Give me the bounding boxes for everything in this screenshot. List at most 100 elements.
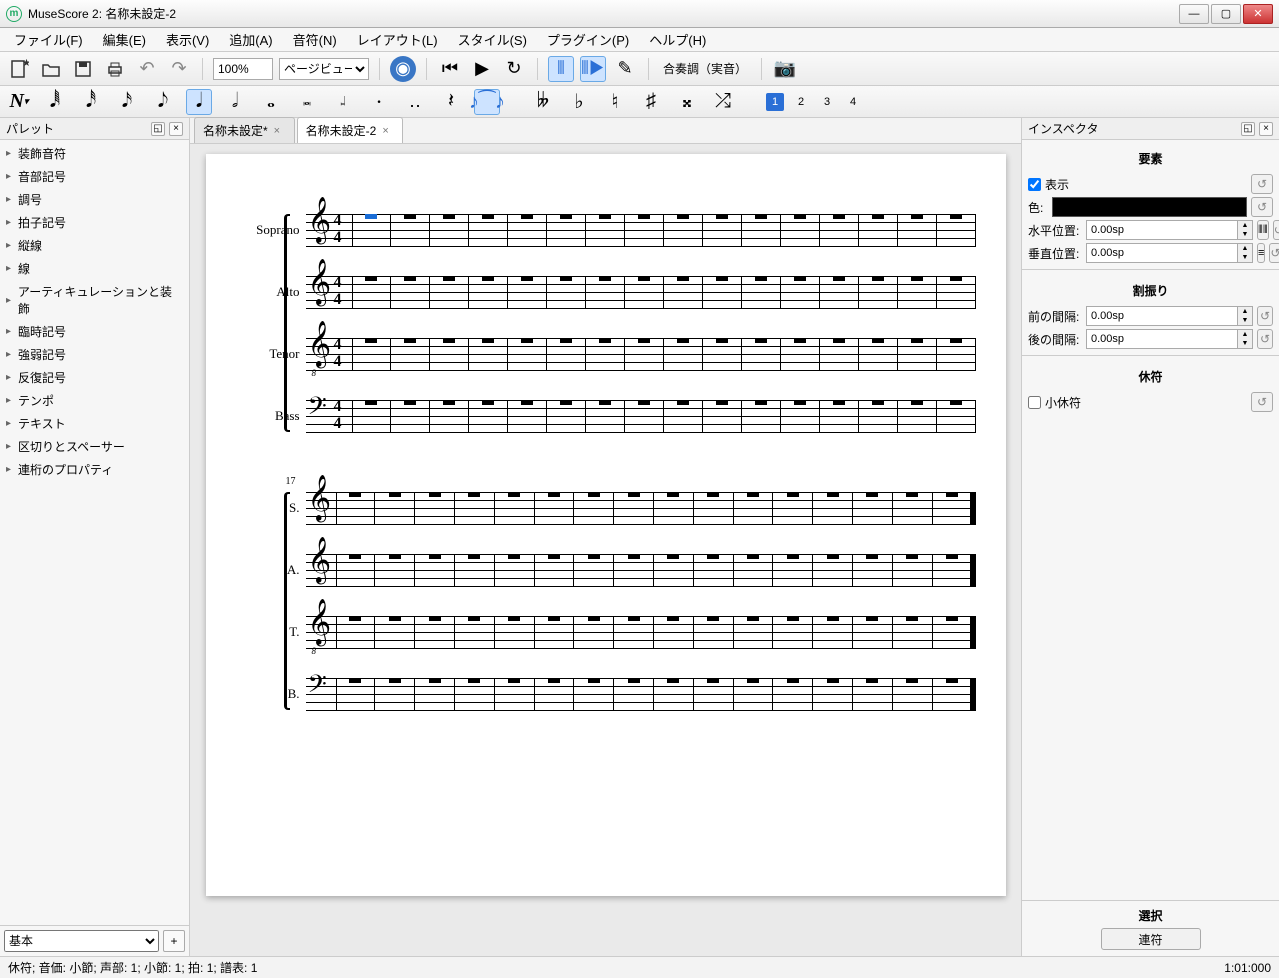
- whole-rest[interactable]: [468, 492, 480, 497]
- whole-rest[interactable]: [560, 338, 572, 343]
- whole-rest[interactable]: [866, 554, 878, 559]
- whole-rest[interactable]: [950, 400, 962, 405]
- whole-rest[interactable]: [599, 276, 611, 281]
- whole-rest[interactable]: [787, 678, 799, 683]
- whole-rest[interactable]: [872, 276, 884, 281]
- measure[interactable]: [574, 678, 614, 710]
- measure[interactable]: [773, 616, 813, 648]
- measure[interactable]: [625, 338, 664, 370]
- measure[interactable]: [703, 400, 742, 432]
- augmentation-dot-button[interactable]: ·: [366, 89, 392, 115]
- whole-rest[interactable]: [747, 678, 759, 683]
- trailing-input[interactable]: [1086, 329, 1237, 349]
- measure[interactable]: [614, 678, 654, 710]
- measure[interactable]: [430, 214, 469, 246]
- staff[interactable]: 𝄞: [306, 554, 976, 586]
- vpos-grid-button[interactable]: ≡: [1257, 243, 1265, 263]
- measure[interactable]: [375, 616, 415, 648]
- vpos-up[interactable]: ▲: [1238, 244, 1252, 253]
- measure[interactable]: [469, 276, 508, 308]
- whole-rest[interactable]: [482, 276, 494, 281]
- reset-trailing-button[interactable]: ↺: [1257, 329, 1273, 349]
- whole-rest[interactable]: [950, 214, 962, 219]
- measure[interactable]: [781, 338, 820, 370]
- leading-up[interactable]: ▲: [1238, 307, 1252, 316]
- whole-rest[interactable]: [911, 276, 923, 281]
- whole-rest[interactable]: [468, 678, 480, 683]
- duration-whole-button[interactable]: 𝅝: [258, 89, 284, 115]
- measure[interactable]: [664, 400, 703, 432]
- measure[interactable]: [574, 554, 614, 586]
- inspector-close-button[interactable]: ×: [1259, 122, 1273, 136]
- measure[interactable]: [508, 276, 547, 308]
- whole-rest[interactable]: [755, 338, 767, 343]
- measure[interactable]: [625, 214, 664, 246]
- palette-item[interactable]: ▸アーティキュレーションと装飾: [0, 280, 189, 320]
- measure[interactable]: [654, 678, 694, 710]
- measure[interactable]: [742, 338, 781, 370]
- whole-rest[interactable]: [827, 554, 839, 559]
- measure[interactable]: [352, 338, 391, 370]
- whole-rest[interactable]: [548, 492, 560, 497]
- reset-leading-button[interactable]: ↺: [1257, 306, 1273, 326]
- measure[interactable]: [859, 338, 898, 370]
- measure[interactable]: [586, 214, 625, 246]
- whole-rest[interactable]: [482, 338, 494, 343]
- note-input-mode-button[interactable]: N ▾: [6, 89, 32, 115]
- whole-rest[interactable]: [508, 616, 520, 621]
- palette-item[interactable]: ▸線: [0, 257, 189, 280]
- measure[interactable]: [742, 400, 781, 432]
- measure[interactable]: [742, 214, 781, 246]
- sharp-button[interactable]: ♯: [638, 89, 664, 115]
- palette-item[interactable]: ▸テンポ: [0, 389, 189, 412]
- measure[interactable]: [773, 678, 813, 710]
- whole-rest[interactable]: [404, 338, 416, 343]
- measure[interactable]: [586, 400, 625, 432]
- whole-rest[interactable]: [707, 616, 719, 621]
- whole-rest[interactable]: [755, 214, 767, 219]
- whole-rest[interactable]: [628, 554, 640, 559]
- whole-rest[interactable]: [443, 400, 455, 405]
- measure[interactable]: [703, 338, 742, 370]
- palette-add-button[interactable]: +: [163, 930, 185, 952]
- menu-item[interactable]: ヘルプ(H): [639, 27, 716, 52]
- whole-rest[interactable]: [747, 492, 759, 497]
- measure[interactable]: [813, 554, 853, 586]
- measure[interactable]: [391, 338, 430, 370]
- maximize-button[interactable]: ▢: [1211, 4, 1241, 24]
- close-button[interactable]: ✕: [1243, 4, 1273, 24]
- measure[interactable]: [773, 492, 813, 524]
- whole-rest[interactable]: [349, 616, 361, 621]
- measure[interactable]: [495, 492, 535, 524]
- whole-rest[interactable]: [588, 678, 600, 683]
- whole-rest[interactable]: [521, 400, 533, 405]
- whole-rest[interactable]: [872, 400, 884, 405]
- measure[interactable]: [625, 276, 664, 308]
- measure[interactable]: [893, 616, 933, 648]
- measure[interactable]: [415, 678, 455, 710]
- measure[interactable]: [455, 554, 495, 586]
- measure[interactable]: [614, 492, 654, 524]
- measure[interactable]: [734, 554, 774, 586]
- whole-rest[interactable]: [794, 276, 806, 281]
- whole-rest[interactable]: [508, 492, 520, 497]
- measure[interactable]: [703, 276, 742, 308]
- measure[interactable]: [375, 554, 415, 586]
- measure[interactable]: [547, 338, 586, 370]
- measure[interactable]: [535, 616, 575, 648]
- staff[interactable]: 𝄞44: [306, 276, 976, 308]
- loop-button[interactable]: ↻: [501, 56, 527, 82]
- whole-rest[interactable]: [787, 554, 799, 559]
- whole-rest[interactable]: [866, 678, 878, 683]
- whole-rest[interactable]: [389, 678, 401, 683]
- voice-3-button[interactable]: 3: [818, 93, 836, 111]
- reset-small-button[interactable]: ↺: [1251, 392, 1273, 412]
- loop-out-button[interactable]: ⦀▶: [580, 56, 606, 82]
- whole-rest[interactable]: [707, 492, 719, 497]
- duration-8th-button[interactable]: 𝅘𝅥𝅮: [150, 89, 176, 115]
- measure[interactable]: [352, 400, 391, 432]
- measure[interactable]: [547, 276, 586, 308]
- measure[interactable]: [625, 400, 664, 432]
- whole-rest[interactable]: [827, 616, 839, 621]
- measure[interactable]: [430, 276, 469, 308]
